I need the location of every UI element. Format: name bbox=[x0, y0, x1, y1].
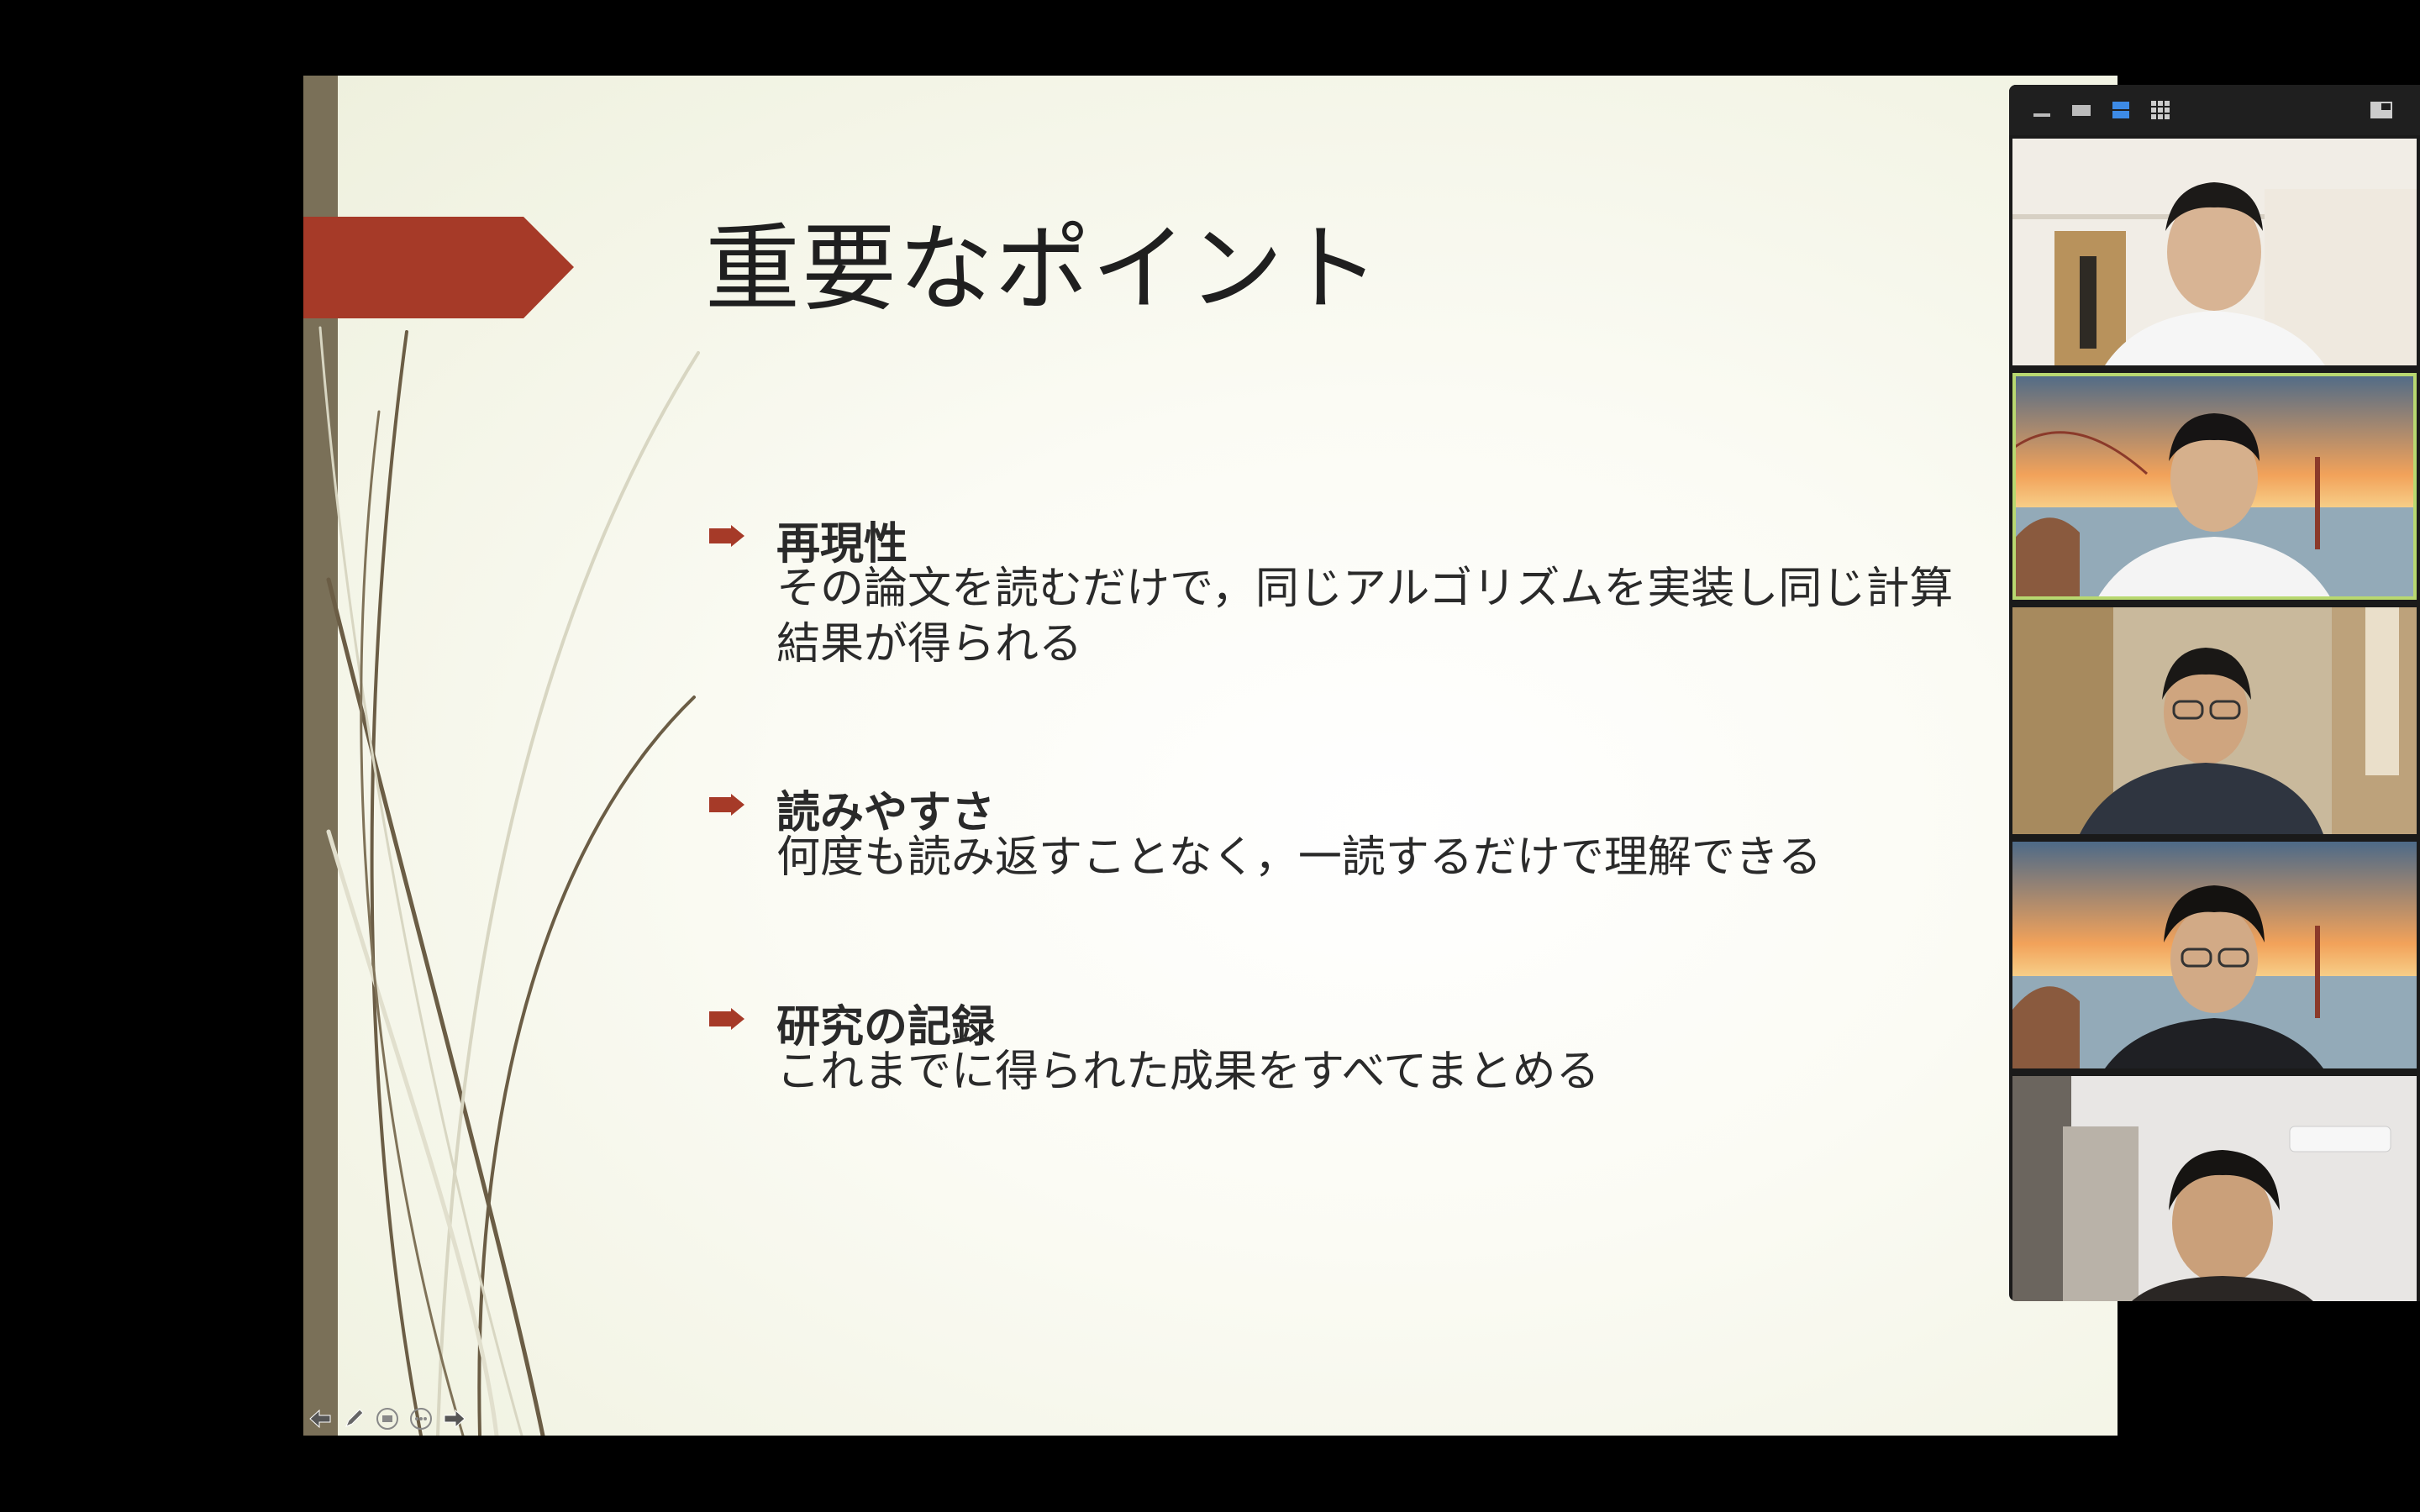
single-video-icon[interactable] bbox=[2067, 96, 2096, 124]
slide-title: 重要なポイント bbox=[705, 213, 1381, 324]
participant-video-tile-active[interactable] bbox=[2012, 373, 2417, 600]
bullet-text: 何度も読み返すことなく，一読するだけで理解できる bbox=[776, 832, 1822, 883]
participant-video bbox=[2012, 373, 2417, 600]
arrow-left-icon[interactable] bbox=[307, 1405, 334, 1432]
arrow-right-icon[interactable] bbox=[441, 1405, 468, 1432]
bullet-text: これまでに得られた成果をすべてまとめる bbox=[776, 1047, 1600, 1097]
participant-video-tile[interactable] bbox=[2012, 139, 2417, 365]
slide-navigation bbox=[303, 1402, 492, 1436]
video-participants-panel bbox=[2009, 85, 2420, 1301]
pen-icon[interactable] bbox=[340, 1405, 367, 1432]
participant-video bbox=[2012, 842, 2417, 1068]
bullet-arrow-icon bbox=[709, 525, 744, 547]
more-icon[interactable] bbox=[408, 1405, 434, 1432]
participant-video bbox=[2012, 139, 2417, 365]
participant-video bbox=[2012, 607, 2417, 834]
participant-video-tile[interactable] bbox=[2012, 842, 2417, 1068]
bullet-arrow-icon bbox=[709, 1008, 744, 1030]
participant-video-tile[interactable] bbox=[2012, 1076, 2417, 1301]
participant-video-tile[interactable] bbox=[2012, 607, 2417, 834]
speaker-view-icon[interactable] bbox=[2107, 96, 2135, 124]
title-accent-arrow bbox=[303, 217, 574, 318]
minimize-icon[interactable] bbox=[2028, 96, 2056, 124]
participant-video bbox=[2012, 1076, 2417, 1301]
presentation-slide: 重要なポイント 再現性 その論文を読むだけで，同じアルゴリズムを実装し同じ計算結… bbox=[303, 76, 2118, 1436]
slides-icon[interactable] bbox=[374, 1405, 401, 1432]
bullet-arrow-icon bbox=[709, 794, 744, 816]
bullet-text: その論文を読むだけで，同じアルゴリズムを実装し同じ計算結果が得られる bbox=[776, 564, 1954, 669]
video-panel-toolbar bbox=[2009, 85, 2420, 135]
gallery-view-icon[interactable] bbox=[2146, 96, 2175, 124]
popout-icon[interactable] bbox=[2367, 96, 2396, 124]
